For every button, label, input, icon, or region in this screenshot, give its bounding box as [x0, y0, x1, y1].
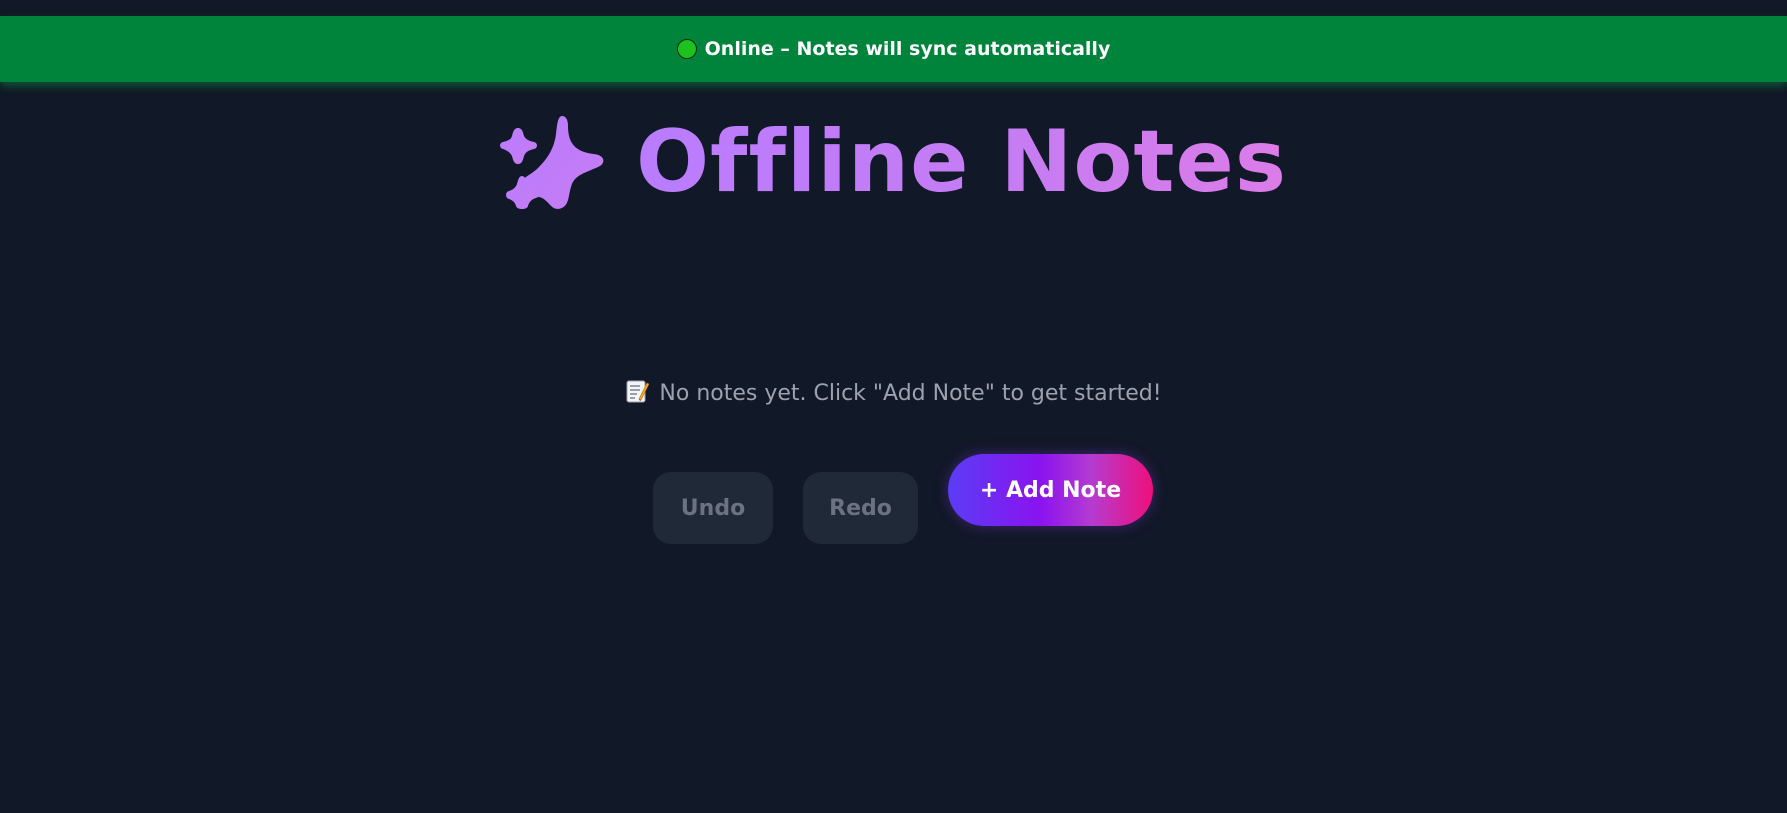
sparkle-icon [499, 116, 604, 209]
status-banner: Online – Notes will sync automatically [0, 16, 1787, 82]
empty-state-message: No notes yet. Click "Add Note" to get st… [0, 378, 1787, 406]
undo-button[interactable]: Undo [653, 472, 773, 544]
page-header: Offline Notes [0, 112, 1787, 212]
redo-button[interactable]: Redo [803, 472, 918, 544]
add-note-button[interactable]: + Add Note [948, 454, 1153, 526]
empty-state-text: No notes yet. Click "Add Note" to get st… [659, 381, 1162, 406]
page-title: Offline Notes [635, 112, 1288, 212]
status-text: Online – Notes will sync automatically [704, 38, 1111, 60]
online-status-indicator [676, 39, 697, 59]
memo-icon [626, 380, 650, 403]
